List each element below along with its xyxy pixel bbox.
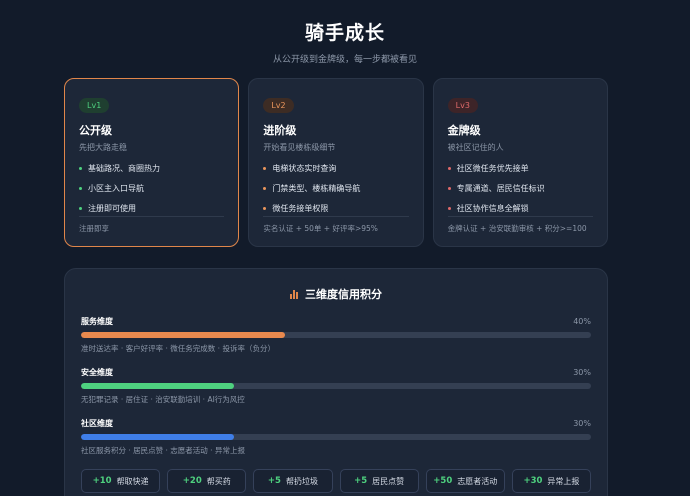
dimension-desc: 社区服务积分 · 居民点赞 · 志愿者活动 · 异常上报 — [81, 446, 245, 455]
panel-header: 三维度信用积分 — [81, 286, 591, 302]
dimension-name: 安全维度 — [81, 368, 113, 377]
weight-bar-fill — [81, 434, 234, 440]
chip-points: +5 — [354, 476, 368, 486]
chip-points: +20 — [182, 476, 202, 486]
tier-card-lv2[interactable]: Lv2 进阶级 开始看见楼栋级细节 电梯状态实时查询 门禁类型、楼栋精确导航 微… — [248, 78, 424, 247]
bullet-dot-icon — [447, 187, 451, 190]
tier-cards: Lv1 公开级 先把大路走稳 基础路况、商圈热力 小区主入口导航 注册即可使用 … — [64, 78, 608, 247]
bar-chart-icon — [290, 289, 298, 299]
tier-desc: 开始看见楼栋级细节 — [263, 143, 336, 152]
tier-requirement: 金牌认证 + 治安联勤审核 + 积分>=100 — [447, 216, 593, 234]
tier-badge: Lv2 — [263, 98, 294, 113]
tier-desc: 先把大路走稳 — [79, 143, 127, 152]
points-chip-row: +10 帮取快递 +20 帮买药 +5 帮扔垃圾 +5 居民点赞 +50 志愿者活动 +3… — [81, 469, 592, 493]
dimension-weight: 40% — [573, 317, 591, 326]
bullet-dot-icon — [79, 207, 82, 210]
tier-feature: 专属通道、居民信任标识 — [447, 183, 593, 194]
page-title: 骑手成长 — [304, 22, 385, 44]
tier-requirement: 实名认证 + 50单 + 好评率>95% — [263, 216, 409, 234]
points-chip[interactable]: +5 帮扔垃圾 — [253, 469, 333, 493]
weight-bar-fill — [81, 383, 234, 389]
chip-points: +10 — [92, 476, 112, 486]
tier-feature: 电梯状态实时查询 — [263, 163, 408, 174]
chip-label: 帮扔垃圾 — [285, 476, 318, 486]
chip-points: +50 — [433, 476, 453, 486]
tier-badge: Lv1 — [79, 98, 110, 113]
points-chip[interactable]: +5 居民点赞 — [339, 469, 419, 493]
chip-points: +30 — [523, 476, 543, 486]
chip-label: 帮取快递 — [116, 476, 149, 486]
tier-feature: 门禁类型、楼栋精确导航 — [263, 183, 408, 194]
chip-points: +5 — [267, 476, 281, 486]
tier-feature: 基础路况、商圈热力 — [79, 163, 224, 174]
tier-feature-list: 电梯状态实时查询 门禁类型、楼栋精确导航 微任务接单权限 — [263, 163, 408, 214]
tier-requirement: 注册即享 — [79, 216, 225, 234]
points-chip[interactable]: +30 异常上报 — [511, 469, 592, 493]
tier-feature: 微任务接单权限 — [263, 203, 408, 214]
bullet-dot-icon — [263, 187, 267, 190]
bullet-dot-icon — [79, 167, 82, 170]
dimension-name: 社区维度 — [81, 419, 113, 428]
chip-label: 志愿者活动 — [457, 476, 498, 486]
page-subtitle: 从公开级到金牌级，每一步都被看见 — [272, 55, 417, 65]
dimension-service: 服务维度 40% 准时送达率 · 客户好评率 · 微任务完成数 · 投诉率（负分… — [81, 316, 591, 354]
tier-card-lv1[interactable]: Lv1 公开级 先把大路走稳 基础路况、商圈热力 小区主入口导航 注册即可使用 … — [64, 78, 240, 247]
tier-name: 进阶级 — [263, 124, 297, 137]
dimension-name: 服务维度 — [81, 317, 113, 326]
tier-badge: Lv3 — [447, 98, 478, 113]
tier-feature: 社区协作信息全解锁 — [447, 203, 593, 214]
tier-name: 公开级 — [79, 124, 112, 137]
dimension-community: 社区维度 30% 社区服务积分 · 居民点赞 · 志愿者活动 · 异常上报 — [81, 418, 591, 456]
tier-feature: 社区微任务优先接单 — [447, 163, 593, 174]
dimension-weight: 30% — [573, 368, 591, 377]
dimension-desc: 准时送达率 · 客户好评率 · 微任务完成数 · 投诉率（负分） — [81, 344, 275, 353]
weight-bar-fill — [81, 332, 285, 338]
tier-feature: 小区主入口导航 — [79, 183, 224, 194]
tier-feature: 注册即可使用 — [79, 203, 224, 214]
bullet-dot-icon — [447, 167, 451, 170]
weight-bar-track — [81, 434, 591, 440]
bullet-dot-icon — [447, 207, 451, 210]
bullet-dot-icon — [79, 187, 82, 190]
panel-title: 三维度信用积分 — [305, 288, 382, 301]
bullet-dot-icon — [263, 167, 267, 170]
points-chip[interactable]: +10 帮取快递 — [81, 469, 161, 493]
tier-feature-list: 基础路况、商圈热力 小区主入口导航 注册即可使用 — [79, 163, 224, 214]
dimension-safety: 安全维度 30% 无犯罪记录 · 居住证 · 治安联勤培训 · AI行为风控 — [81, 367, 591, 405]
points-chip[interactable]: +50 志愿者活动 — [425, 469, 505, 493]
credit-score-panel: 三维度信用积分 服务维度 40% 准时送达率 · 客户好评率 · 微任务完成数 … — [64, 268, 608, 496]
dimension-weight: 30% — [573, 419, 591, 428]
weight-bar-track — [81, 332, 591, 338]
tier-feature-list: 社区微任务优先接单 专属通道、居民信任标识 社区协作信息全解锁 — [447, 163, 593, 214]
tier-desc: 被社区记住的人 — [447, 143, 504, 152]
chip-label: 居民点赞 — [372, 476, 405, 486]
points-chip[interactable]: +20 帮买药 — [167, 469, 247, 493]
dimension-desc: 无犯罪记录 · 居住证 · 治安联勤培训 · AI行为风控 — [81, 395, 245, 404]
chip-label: 异常上报 — [547, 476, 580, 486]
chip-label: 帮买药 — [206, 476, 231, 486]
tier-name: 金牌级 — [447, 124, 481, 137]
tier-card-lv3[interactable]: Lv3 金牌级 被社区记住的人 社区微任务优先接单 专属通道、居民信任标识 社区… — [432, 78, 608, 247]
bullet-dot-icon — [263, 207, 267, 210]
weight-bar-track — [81, 383, 591, 389]
